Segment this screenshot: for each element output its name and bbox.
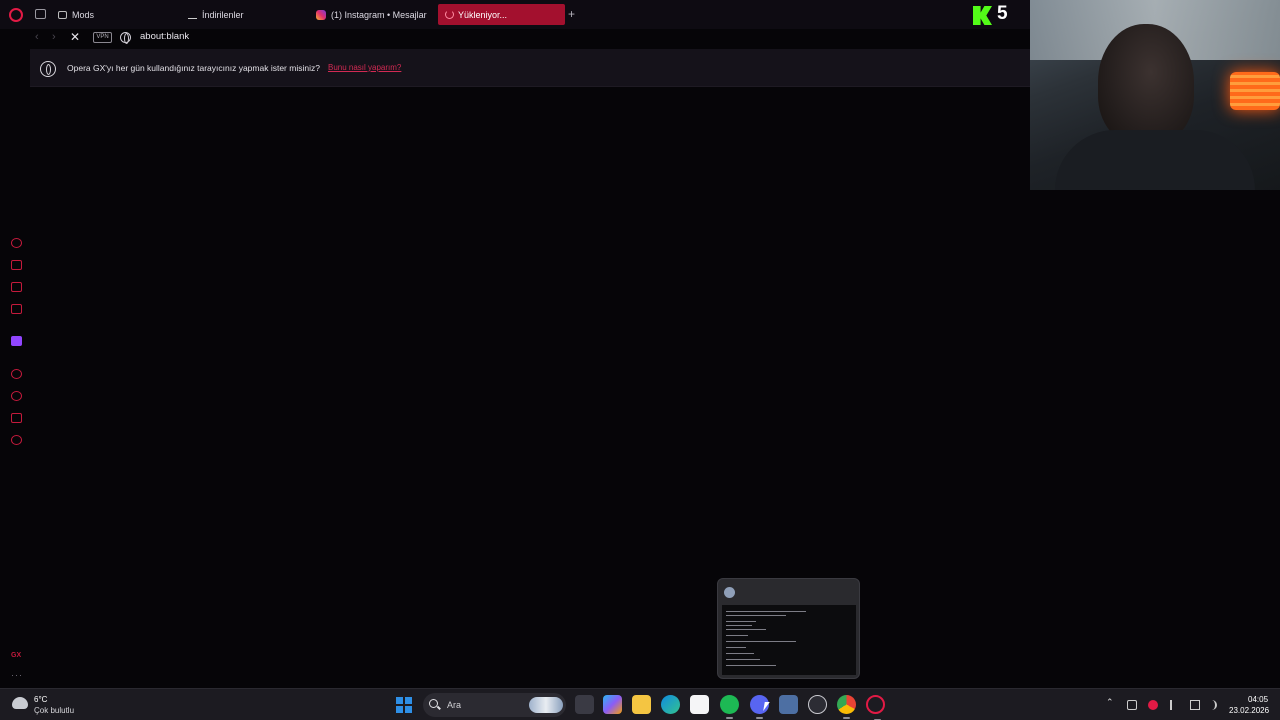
instagram-icon [316,9,326,20]
twitch-icon[interactable] [11,336,22,346]
store-icon[interactable] [690,695,709,714]
tray-sync-icon[interactable] [1127,700,1137,710]
loading-spinner-icon [445,10,454,19]
gx-corner-icon[interactable] [11,238,22,248]
banner-howto-link[interactable]: Bunu nasıl yaparım? [328,63,401,72]
search-label: Ara [447,700,462,710]
tab-downloads[interactable]: İndirilenler [188,4,244,25]
preview-thumbnail [722,605,856,675]
stop-loading-button[interactable]: ✕ [70,30,80,44]
webcam-heater [1230,72,1280,110]
obs-icon[interactable] [808,695,827,714]
tab-instagram[interactable]: (1) Instagram • Mesajlar [316,4,427,25]
taskbar: 6°C Çok bulutlu Ara ⌃ 04:05 23.02.2026 [0,688,1280,720]
kick-viewer-count: 5 [997,3,1008,24]
url-field[interactable]: about:blank [140,31,189,42]
tab-manager-icon[interactable] [35,9,46,19]
tray-volume-icon[interactable] [1207,700,1217,710]
copilot-icon[interactable] [603,695,622,714]
tray-opera-icon[interactable] [1148,700,1158,710]
webcam-person-body [1055,130,1255,190]
forward-icon[interactable]: › [52,31,56,43]
new-tab-button[interactable]: + [568,8,575,20]
taskbar-search[interactable]: Ara [423,693,566,717]
tray-microphone-icon[interactable] [1170,700,1175,710]
tray-overflow-chevron-icon[interactable]: ⌃ [1106,697,1116,707]
webcam-overlay [1030,0,1280,190]
chrome-icon[interactable] [837,695,856,719]
history-icon[interactable] [11,391,22,401]
gx-control-label[interactable]: GX [11,652,21,659]
edge-icon[interactable] [661,695,680,714]
download-icon [188,10,197,19]
clock-date[interactable]: 23.02.2026 [1229,706,1269,715]
screen: Mods İndirilenler (1) Instagram • Mesajl… [0,0,1280,720]
address-bar: ‹ › ✕ VPN about:blank [0,29,1030,48]
windows-start-icon[interactable] [396,697,412,713]
search-icon [429,699,438,708]
mods-icon [58,10,67,19]
opera-gx-icon[interactable] [866,695,885,720]
messenger-icon[interactable] [11,304,22,314]
tab-label: İndirilenler [202,9,244,20]
settings-gear-icon[interactable] [11,435,22,445]
search-highlight-image [529,697,563,713]
opera-info-icon [40,61,56,77]
tray-network-icon[interactable] [1190,700,1200,710]
spotify-icon[interactable] [720,695,739,719]
shopping-icon[interactable] [11,260,22,270]
opera-logo-icon[interactable] [9,8,23,22]
weather-temperature[interactable]: 6°C [34,695,47,704]
discord-preview-icon [724,587,735,598]
taskbar-preview[interactable] [717,578,860,679]
globe-icon [120,32,131,44]
tab-label: (1) Instagram • Mesajlar [331,9,427,20]
tab-label: Yükleniyor... [458,9,508,20]
back-icon[interactable]: ‹ [35,31,39,43]
weather-cloud-icon[interactable] [12,697,28,709]
tab-loading-active[interactable]: Yükleniyor... [438,4,565,25]
task-view-icon[interactable] [575,695,594,714]
file-explorer-icon[interactable] [632,695,651,714]
clock-time[interactable]: 04:05 [1248,695,1268,704]
player-icon[interactable] [11,369,22,379]
webcam-person [1098,24,1194,144]
banner-message: Opera GX'yı her gün kullandığınız tarayı… [67,63,320,73]
tab-mods[interactable]: Mods [58,4,94,25]
tab-label: Mods [72,9,95,20]
default-browser-banner: Opera GX'yı her gün kullandığınız tarayı… [30,49,1030,87]
gx-cleaner-icon[interactable] [11,282,22,292]
vpn-badge[interactable]: VPN [93,32,112,43]
weather-description[interactable]: Çok bulutlu [34,706,74,715]
steam-icon[interactable] [779,695,798,714]
sidebar-more-icon[interactable]: ··· [11,670,23,680]
extensions-icon[interactable] [11,413,22,423]
